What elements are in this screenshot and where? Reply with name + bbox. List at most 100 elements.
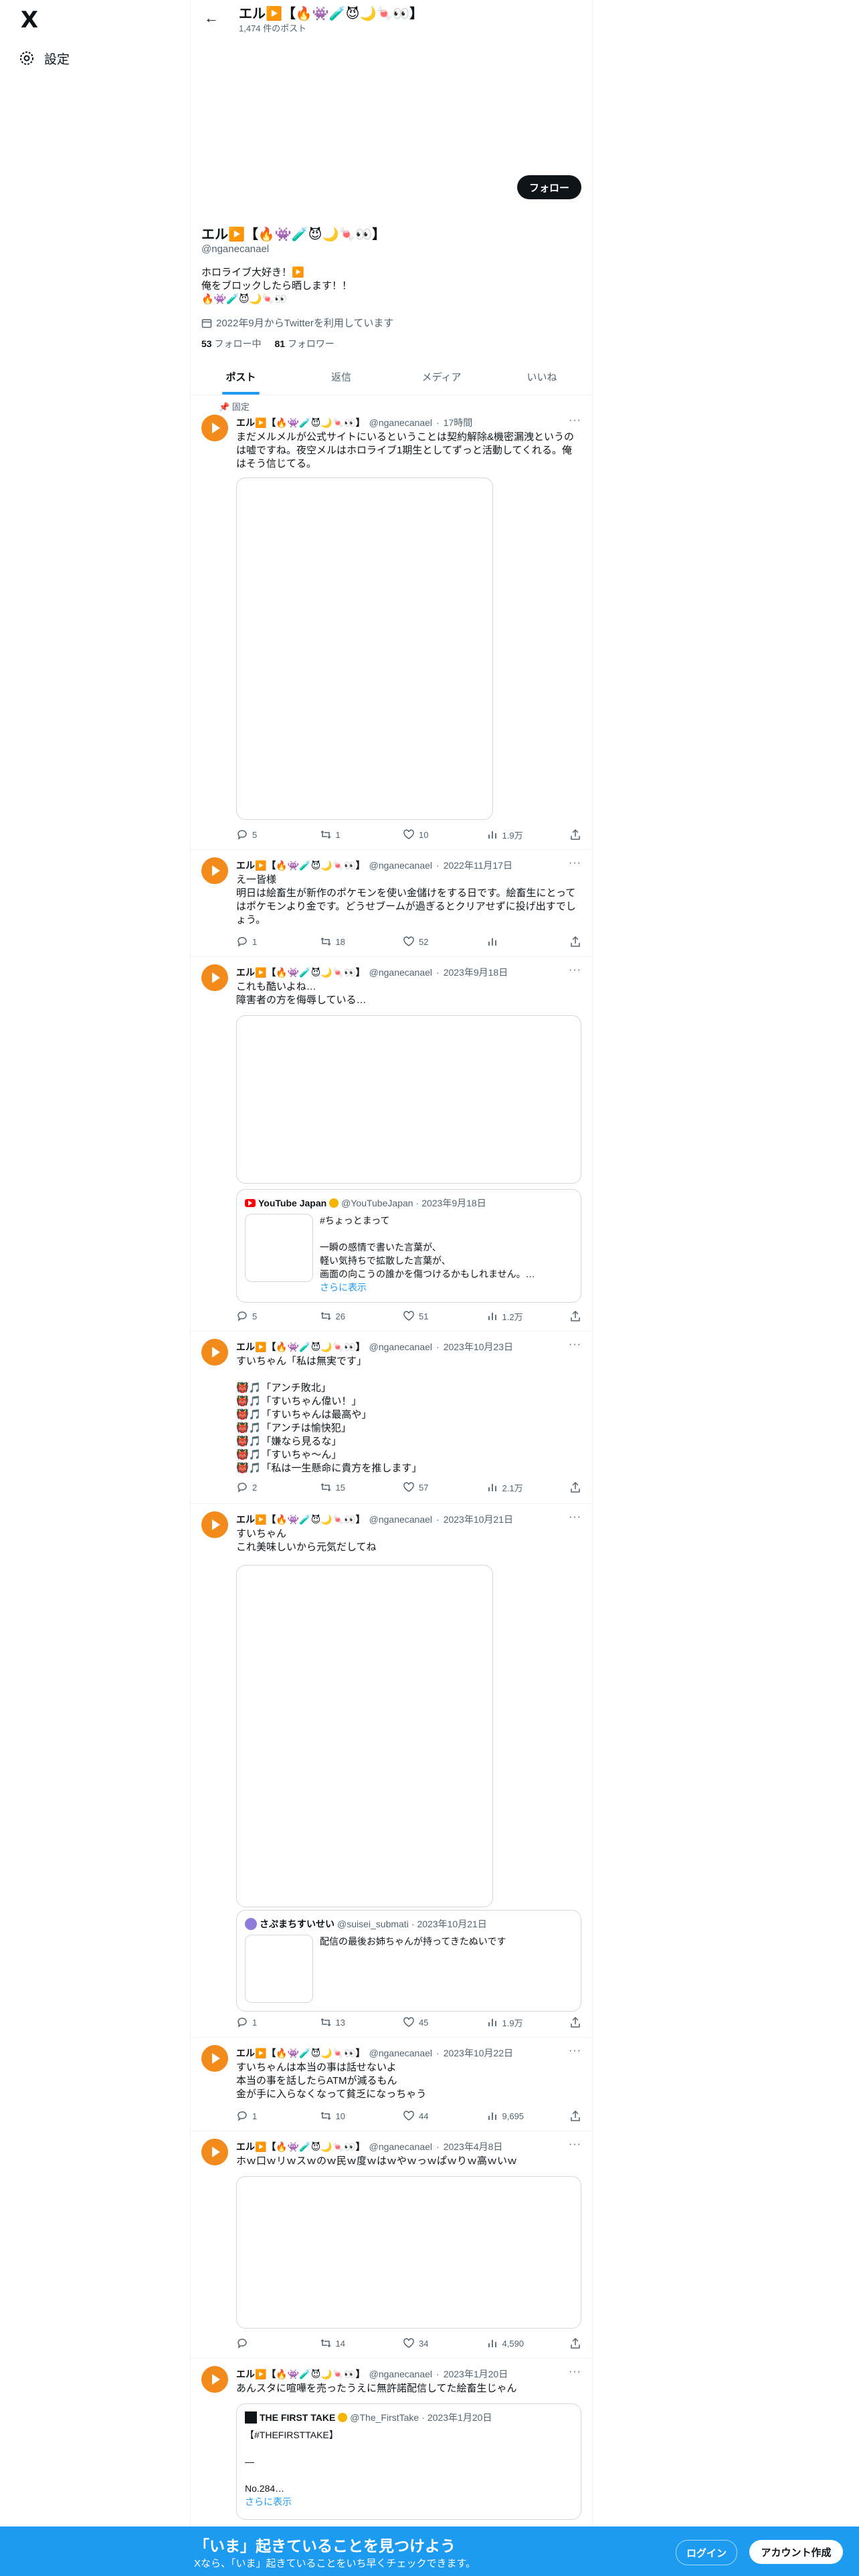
tweet-author-name[interactable]: エル▶️【🔥👾🧪😈🌙🍬👀】 xyxy=(236,2046,365,2060)
avatar[interactable] xyxy=(201,1511,228,1538)
share-button[interactable] xyxy=(569,1481,581,1493)
tweet-image[interactable] xyxy=(236,2176,581,2329)
tweet-handle: @nganecanael xyxy=(369,1514,433,1525)
following-link[interactable]: 53 フォロー中 xyxy=(201,337,261,350)
more-icon[interactable]: ··· xyxy=(569,415,581,427)
avatar[interactable] xyxy=(201,964,228,991)
views-button[interactable]: 1.9万 xyxy=(486,2016,527,2029)
views-button[interactable]: 1.9万 xyxy=(486,829,527,841)
tweet-author-name[interactable]: エル▶️【🔥👾🧪😈🌙🍬👀】 xyxy=(236,1340,365,1354)
avatar[interactable] xyxy=(201,1339,228,1366)
like-button[interactable]: 45 xyxy=(403,2016,443,2028)
x-logo-icon[interactable]: X xyxy=(17,7,41,33)
like-button[interactable]: 51 xyxy=(403,1310,443,1322)
tweet-time[interactable]: 2023年10月23日 xyxy=(444,1340,513,1354)
views-button[interactable] xyxy=(486,936,527,948)
share-button[interactable] xyxy=(569,1310,581,1322)
show-more-link[interactable]: さらに表示 xyxy=(320,1282,367,1293)
tweet-image[interactable] xyxy=(236,477,493,820)
chart-icon xyxy=(488,2340,496,2347)
chart-icon xyxy=(488,831,496,839)
quote-tweet[interactable]: YouTube Japan @YouTubeJapan · 2023年9月18日… xyxy=(236,1189,581,1303)
reply-button[interactable]: 5 xyxy=(236,829,276,841)
settings-link[interactable]: 設定 xyxy=(19,47,70,70)
tweet-time[interactable]: 2023年10月21日 xyxy=(444,1513,513,1526)
more-icon[interactable]: ··· xyxy=(569,2139,581,2151)
retweet-button[interactable]: 14 xyxy=(320,2337,360,2349)
tweet-image[interactable] xyxy=(236,1565,493,1907)
avatar[interactable] xyxy=(201,2366,228,2393)
retweet-button[interactable]: 10 xyxy=(320,2110,360,2122)
tweet-author-name[interactable]: エル▶️【🔥👾🧪😈🌙🍬👀】 xyxy=(236,2367,365,2381)
more-icon[interactable]: ··· xyxy=(569,857,581,869)
tweet-time[interactable]: 2023年1月20日 xyxy=(444,2367,508,2381)
share-button[interactable] xyxy=(569,829,581,841)
tab-posts[interactable]: ポスト xyxy=(191,358,291,395)
views-button[interactable]: 1.2万 xyxy=(486,1310,527,1323)
like-button[interactable]: 52 xyxy=(403,936,443,948)
reply-button[interactable]: 2 xyxy=(236,1481,276,1493)
tweet-image[interactable] xyxy=(236,1015,581,1184)
tweet-time[interactable]: 2023年9月18日 xyxy=(444,966,508,979)
tab-likes[interactable]: いいね xyxy=(492,358,592,395)
retweet-button[interactable]: 15 xyxy=(320,1481,360,1493)
tweet[interactable]: 📌 固定 エル▶️【🔥👾🧪😈🌙🍬👀】 @nganecanael · 17時間 ·… xyxy=(191,395,592,850)
share-button[interactable] xyxy=(569,2110,581,2122)
reply-button[interactable]: 5 xyxy=(236,1310,276,1322)
like-button[interactable]: 10 xyxy=(403,829,443,841)
avatar[interactable] xyxy=(201,415,228,441)
more-icon[interactable]: ··· xyxy=(569,1339,581,1351)
like-button[interactable]: 34 xyxy=(403,2337,443,2349)
reply-button[interactable]: 1 xyxy=(236,936,276,948)
tweet[interactable]: エル▶️【🔥👾🧪😈🌙🍬👀】 @nganecanael · 2023年10月23日… xyxy=(191,1331,592,1504)
tab-media[interactable]: メディア xyxy=(391,358,492,395)
tweet[interactable]: エル▶️【🔥👾🧪😈🌙🍬👀】 @nganecanael · 2022年11月17日… xyxy=(191,849,592,957)
share-button[interactable] xyxy=(569,936,581,948)
views-button[interactable]: 9,695 xyxy=(486,2110,527,2122)
share-button[interactable] xyxy=(569,2337,581,2349)
tweet[interactable]: エル▶️【🔥👾🧪😈🌙🍬👀】 @nganecanael · 2023年10月21日… xyxy=(191,1503,592,2038)
retweet-button[interactable]: 26 xyxy=(320,1310,360,1322)
signup-button[interactable]: アカウント作成 xyxy=(749,2540,843,2564)
tweet-author-name[interactable]: エル▶️【🔥👾🧪😈🌙🍬👀】 xyxy=(236,416,365,429)
share-button[interactable] xyxy=(569,2016,581,2028)
retweet-button[interactable]: 1 xyxy=(320,829,360,841)
reply-button[interactable] xyxy=(236,2337,276,2349)
reply-button[interactable]: 1 xyxy=(236,2016,276,2028)
reply-button[interactable]: 1 xyxy=(236,2110,276,2122)
quote-tweet[interactable]: さぷまちすいせい @suisei_submati · 2023年10月21日 配… xyxy=(236,1910,581,2012)
follow-button[interactable]: フォロー xyxy=(517,175,581,199)
back-arrow-icon[interactable]: ← xyxy=(200,7,223,29)
more-icon[interactable]: ··· xyxy=(569,964,581,976)
tweet[interactable]: エル▶️【🔥👾🧪😈🌙🍬👀】 @nganecanael · 2023年4月8日 ·… xyxy=(191,2131,592,2359)
avatar[interactable] xyxy=(201,2139,228,2165)
more-icon[interactable]: ··· xyxy=(569,1511,581,1523)
tweet-author-name[interactable]: エル▶️【🔥👾🧪😈🌙🍬👀】 xyxy=(236,859,365,872)
quote-tweet[interactable]: THE FIRST TAKE @The_FirstTake · 2023年1月2… xyxy=(236,2403,581,2520)
like-button[interactable]: 57 xyxy=(403,1481,443,1493)
tweet-time[interactable]: 2023年4月8日 xyxy=(444,2140,503,2153)
retweet-button[interactable]: 18 xyxy=(320,936,360,948)
tweet-time[interactable]: 2022年11月17日 xyxy=(444,859,512,872)
avatar[interactable] xyxy=(201,2045,228,2072)
tweet[interactable]: エル▶️【🔥👾🧪😈🌙🍬👀】 @nganecanael · 2023年10月22日… xyxy=(191,2037,592,2131)
more-icon[interactable]: ··· xyxy=(569,2366,581,2378)
tweet[interactable]: エル▶️【🔥👾🧪😈🌙🍬👀】 @nganecanael · 2023年9月18日 … xyxy=(191,956,592,1331)
tweet-time[interactable]: 17時間 xyxy=(444,416,473,429)
reply-count: 2 xyxy=(252,1482,258,1493)
top-bar: ← エル▶️【🔥👾🧪😈🌙🍬👀】 1,474 件のポスト xyxy=(191,0,592,36)
more-icon[interactable]: ··· xyxy=(569,2045,581,2057)
show-more-link[interactable]: さらに表示 xyxy=(245,2496,292,2507)
followers-link[interactable]: 81 フォロワー xyxy=(274,337,334,350)
views-button[interactable]: 4,590 xyxy=(486,2337,527,2349)
avatar[interactable] xyxy=(201,857,228,884)
views-button[interactable]: 2.1万 xyxy=(486,1481,527,1494)
tweet-time[interactable]: 2023年10月22日 xyxy=(444,2046,513,2060)
tweet-author-name[interactable]: エル▶️【🔥👾🧪😈🌙🍬👀】 xyxy=(236,966,365,979)
retweet-button[interactable]: 13 xyxy=(320,2016,360,2028)
tweet-author-name[interactable]: エル▶️【🔥👾🧪😈🌙🍬👀】 xyxy=(236,2140,365,2153)
tab-replies[interactable]: 返信 xyxy=(291,358,391,395)
tweet-author-name[interactable]: エル▶️【🔥👾🧪😈🌙🍬👀】 xyxy=(236,1513,365,1526)
like-button[interactable]: 44 xyxy=(403,2110,443,2122)
login-button[interactable]: ログイン xyxy=(676,2540,737,2565)
